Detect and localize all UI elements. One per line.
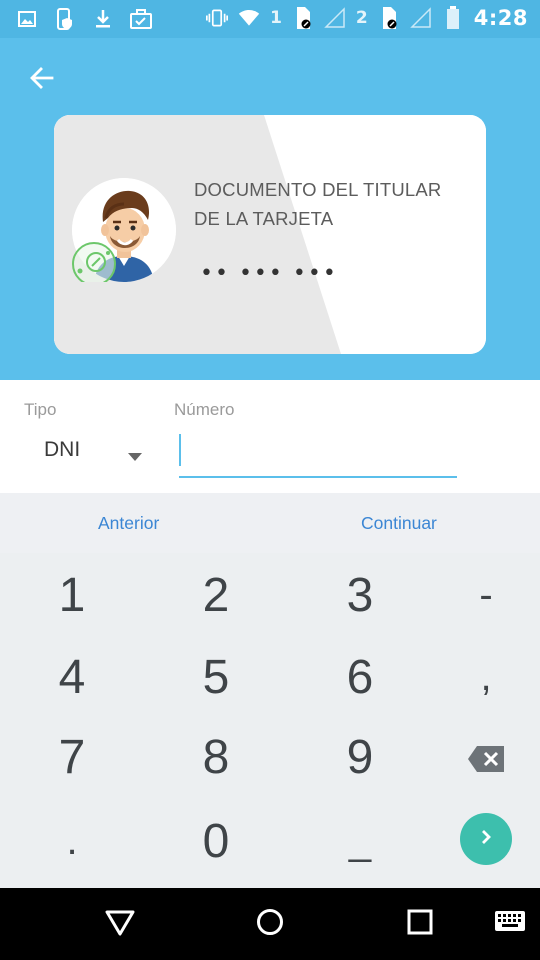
key-4[interactable]: 4	[12, 637, 132, 717]
key-2[interactable]: 2	[156, 555, 276, 635]
vibrate-icon	[206, 7, 229, 29]
signal-icon	[324, 7, 346, 29]
key-7[interactable]: 7	[12, 717, 132, 797]
navigation-bar	[0, 888, 540, 960]
document-number-input[interactable]	[179, 430, 457, 478]
key-5[interactable]: 5	[156, 637, 276, 717]
key-period[interactable]: .	[12, 801, 132, 881]
document-type-dropdown[interactable]: DNI	[24, 432, 154, 468]
download-icon	[92, 8, 114, 30]
briefcase-check-icon	[130, 8, 152, 30]
continue-button[interactable]: Continuar	[361, 513, 437, 534]
key-space[interactable]: _	[300, 801, 420, 881]
tipo-label: Tipo	[24, 400, 57, 419]
backspace-icon	[467, 730, 505, 785]
key-6[interactable]: 6	[300, 637, 420, 717]
key-8[interactable]: 8	[156, 717, 276, 797]
previous-button[interactable]: Anterior	[98, 513, 159, 534]
sim2-label: 2	[355, 8, 368, 28]
keyboard-switch-button[interactable]	[492, 906, 528, 942]
signal-icon	[409, 7, 432, 29]
key-comma[interactable]: ,	[426, 637, 540, 717]
numero-label: Número	[174, 400, 235, 419]
recents-square-icon	[406, 908, 434, 940]
sim1-label: 1	[270, 8, 282, 28]
arrow-left-icon	[28, 64, 56, 96]
clock: 4:28	[473, 6, 528, 30]
masked-document-number: •• ••• •••	[200, 261, 338, 286]
sim2-card-icon	[378, 7, 400, 29]
battery-icon	[442, 6, 464, 29]
home-circle-icon	[255, 907, 285, 941]
back-button[interactable]	[24, 62, 60, 98]
go-button[interactable]	[460, 813, 512, 865]
nav-back-button[interactable]	[102, 906, 138, 942]
back-triangle-icon	[104, 908, 136, 940]
text-cursor	[179, 434, 181, 466]
key-3[interactable]: 3	[300, 555, 420, 635]
document-type-value: DNI	[44, 438, 81, 461]
chevron-right-icon	[477, 828, 495, 850]
keyboard-icon	[494, 910, 526, 938]
document-form: Tipo Número DNI	[0, 380, 540, 493]
header: DOCUMENTO DEL TITULAR DE LA TARJETA •• •…	[0, 38, 540, 380]
card-title: DOCUMENTO DEL TITULAR DE LA TARJETA	[194, 179, 442, 229]
cardholder-avatar-icon	[72, 178, 176, 286]
keyboard-accessory-bar: Anterior Continuar	[0, 493, 540, 554]
nav-recents-button[interactable]	[402, 906, 438, 942]
dropdown-arrow-icon	[128, 446, 142, 465]
numeric-keypad: 1 2 3 - 4 5 6 , 7 8 9 . 0 _	[0, 553, 540, 888]
sim1-card-icon	[292, 7, 314, 29]
status-bar: 1 2 4:28	[0, 0, 540, 38]
id-card: DOCUMENTO DEL TITULAR DE LA TARJETA •• •…	[54, 115, 486, 354]
gallery-icon	[16, 8, 38, 30]
wifi-icon	[238, 7, 260, 29]
key-1[interactable]: 1	[12, 555, 132, 635]
delete-key[interactable]	[426, 717, 540, 797]
key-hyphen[interactable]: -	[426, 555, 540, 635]
phone-shield-icon	[54, 8, 76, 30]
key-0[interactable]: 0	[156, 801, 276, 881]
key-9[interactable]: 9	[300, 717, 420, 797]
nav-home-button[interactable]	[252, 906, 288, 942]
